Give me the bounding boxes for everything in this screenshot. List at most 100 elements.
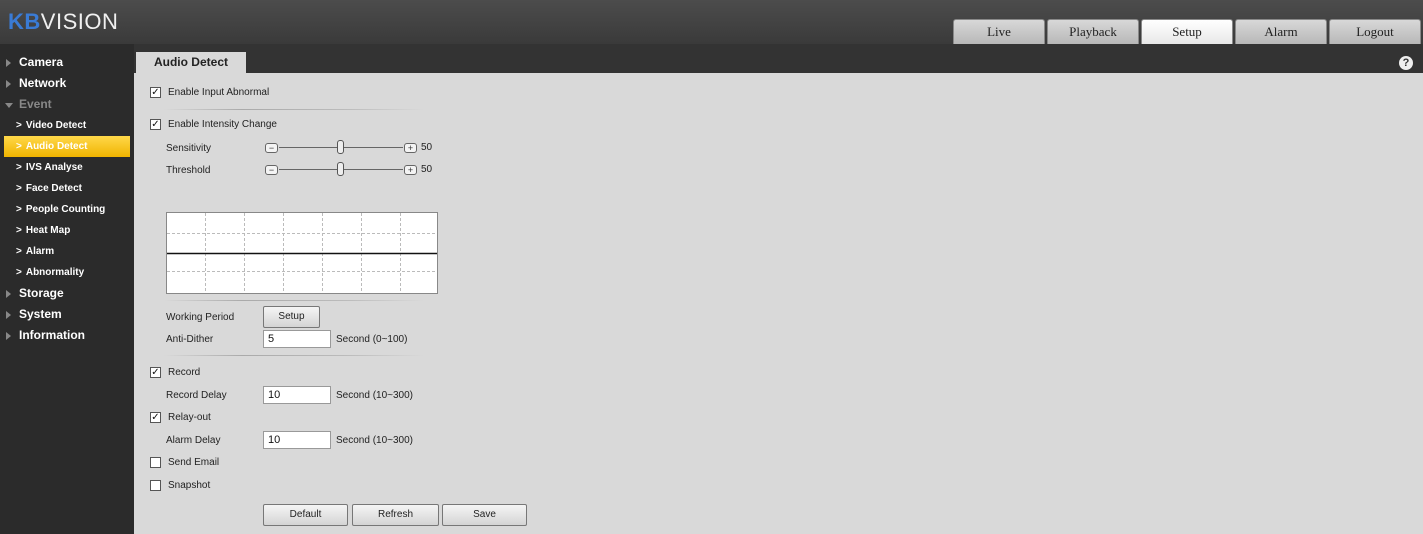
- sidebar-subitem-ivs-analyse[interactable]: > IVS Analyse: [0, 157, 134, 178]
- anti-dither-input[interactable]: 5: [263, 330, 331, 348]
- sensitivity-increase-button[interactable]: +: [404, 142, 417, 153]
- sidebar-item-storage[interactable]: Storage: [0, 283, 134, 304]
- chevron-right-icon: >: [16, 225, 22, 236]
- tab-playback[interactable]: Playback: [1047, 19, 1139, 44]
- collapsed-arrow-icon: [6, 311, 11, 319]
- sensitivity-thumb[interactable]: [337, 140, 344, 154]
- page-tab-bar: Audio Detect ?: [134, 44, 1423, 73]
- anti-dither-unit: Second (0~100): [336, 334, 408, 345]
- working-period-label: Working Period: [166, 312, 235, 323]
- collapsed-arrow-icon: [6, 59, 11, 67]
- relay-out-label: Relay-out: [168, 412, 211, 423]
- snapshot-row: Snapshot: [150, 480, 210, 491]
- divider: [164, 109, 424, 110]
- collapsed-arrow-icon: [6, 80, 11, 88]
- sidebar-subitem-label: Audio Detect: [25, 141, 88, 152]
- sidebar-subitem-people-counting[interactable]: > People Counting: [0, 199, 134, 220]
- sidebar-subitem-video-detect[interactable]: > Video Detect: [0, 115, 134, 136]
- sidebar-subitem-alarm[interactable]: > Alarm: [0, 241, 134, 262]
- settings-panel: ✓ Enable Input Abnormal ✓ Enable Intensi…: [134, 73, 1423, 534]
- sensitivity-value: 50: [421, 142, 433, 153]
- logo-vision: VISION: [40, 9, 119, 34]
- sidebar-item-label: Information: [19, 328, 85, 342]
- snapshot-checkbox[interactable]: [150, 480, 161, 491]
- sidebar-subitem-label: Heat Map: [25, 225, 71, 236]
- threshold-label: Threshold: [166, 165, 211, 176]
- sidebar-item-label: Event: [19, 97, 52, 111]
- alarm-delay-unit: Second (10~300): [336, 435, 414, 446]
- send-email-checkbox[interactable]: [150, 457, 161, 468]
- enable-intensity-change-label: Enable Intensity Change: [168, 119, 277, 130]
- sidebar-subitem-label: Video Detect: [25, 120, 87, 131]
- chevron-right-icon: >: [16, 267, 22, 278]
- enable-input-abnormal-checkbox[interactable]: ✓: [150, 87, 161, 98]
- brand-logo: KBVISION: [8, 9, 118, 35]
- enable-intensity-change-row: ✓ Enable Intensity Change: [150, 119, 277, 130]
- tab-setup[interactable]: Setup: [1141, 19, 1233, 44]
- enable-input-abnormal-label: Enable Input Abnormal: [168, 87, 270, 98]
- divider: [164, 355, 424, 356]
- sidebar-item-network[interactable]: Network: [0, 73, 134, 94]
- top-header: KBVISION Live Playback Setup Alarm Logou…: [0, 0, 1423, 44]
- divider: [164, 300, 424, 301]
- expanded-arrow-icon: [5, 103, 13, 108]
- chevron-right-icon: >: [16, 183, 22, 194]
- tab-audio-detect[interactable]: Audio Detect: [136, 52, 246, 73]
- audio-graph-svg: [167, 213, 437, 293]
- sidebar-item-label: Network: [19, 76, 67, 90]
- setup-button[interactable]: Setup: [263, 306, 320, 328]
- record-row: ✓ Record: [150, 367, 200, 378]
- sidebar-subitem-audio-detect[interactable]: > Audio Detect: [4, 136, 130, 157]
- record-delay-input[interactable]: 10: [263, 386, 331, 404]
- enable-intensity-change-checkbox[interactable]: ✓: [150, 119, 161, 130]
- send-email-label: Send Email: [168, 457, 220, 468]
- collapsed-arrow-icon: [6, 332, 11, 340]
- collapsed-arrow-icon: [6, 290, 11, 298]
- sidebar-item-system[interactable]: System: [0, 304, 134, 325]
- sidebar-item-label: Storage: [19, 286, 64, 300]
- threshold-increase-button[interactable]: +: [404, 164, 417, 175]
- sensitivity-track[interactable]: [279, 140, 403, 154]
- chevron-right-icon: >: [16, 204, 22, 215]
- record-delay-label: Record Delay: [166, 390, 227, 401]
- help-icon[interactable]: ?: [1399, 56, 1413, 70]
- sensitivity-slider[interactable]: − + 50: [265, 140, 433, 154]
- threshold-track[interactable]: [279, 162, 403, 176]
- sensitivity-label: Sensitivity: [166, 143, 212, 154]
- record-checkbox[interactable]: ✓: [150, 367, 161, 378]
- sidebar-item-information[interactable]: Information: [0, 325, 134, 346]
- sidebar-subitem-face-detect[interactable]: > Face Detect: [0, 178, 134, 199]
- sidebar-subitem-abnormality[interactable]: > Abnormality: [0, 262, 134, 283]
- tab-live[interactable]: Live: [953, 19, 1045, 44]
- enable-input-abnormal-row: ✓ Enable Input Abnormal: [150, 87, 269, 98]
- chevron-right-icon: >: [16, 120, 22, 131]
- save-button[interactable]: Save: [442, 504, 527, 526]
- sidebar: Camera Network Event > Video Detect > Audi…: [0, 52, 134, 534]
- default-button[interactable]: Default: [263, 504, 348, 526]
- sidebar-subitem-label: IVS Analyse: [25, 162, 83, 173]
- tab-alarm[interactable]: Alarm: [1235, 19, 1327, 44]
- top-nav: Live Playback Setup Alarm Logout: [953, 19, 1421, 44]
- record-label: Record: [168, 367, 201, 378]
- alarm-delay-input[interactable]: 10: [263, 431, 331, 449]
- sidebar-item-label: Camera: [19, 55, 64, 69]
- sidebar-item-camera[interactable]: Camera: [0, 52, 134, 73]
- tab-logout[interactable]: Logout: [1329, 19, 1421, 44]
- threshold-thumb[interactable]: [337, 162, 344, 176]
- logo-kb: KB: [8, 9, 41, 34]
- content-area: Audio Detect ? ✓ Enable Input Abnormal ✓…: [134, 44, 1423, 534]
- snapshot-label: Snapshot: [168, 480, 211, 491]
- threshold-decrease-button[interactable]: −: [265, 164, 278, 175]
- relay-out-row: ✓ Relay-out: [150, 412, 211, 423]
- sidebar-item-event[interactable]: Event: [0, 94, 134, 115]
- threshold-slider[interactable]: − + 50: [265, 162, 433, 176]
- threshold-value: 50: [421, 164, 433, 175]
- chevron-right-icon: >: [16, 246, 22, 257]
- audio-intensity-graph: [166, 212, 438, 294]
- relay-out-checkbox[interactable]: ✓: [150, 412, 161, 423]
- alarm-delay-label: Alarm Delay: [166, 435, 221, 446]
- refresh-button[interactable]: Refresh: [352, 504, 439, 526]
- anti-dither-label: Anti-Dither: [166, 334, 214, 345]
- sensitivity-decrease-button[interactable]: −: [265, 142, 278, 153]
- sidebar-subitem-heat-map[interactable]: > Heat Map: [0, 220, 134, 241]
